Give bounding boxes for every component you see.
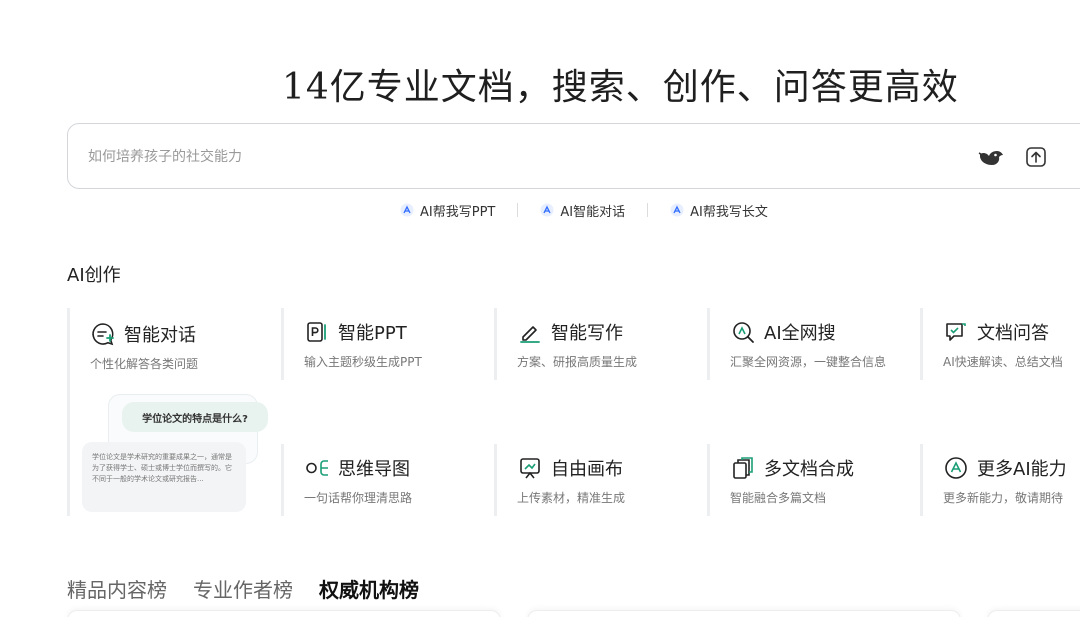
card-desc: 智能融合多篇文档 bbox=[730, 491, 827, 505]
quick-link-ai-chat[interactable]: AI智能对话 bbox=[540, 201, 625, 220]
tab-quality-content[interactable]: 精品内容榜 bbox=[67, 574, 167, 603]
ai-badge-icon bbox=[540, 203, 554, 217]
multi-doc-icon bbox=[733, 457, 753, 479]
card-desc: AI快速解读、总结文档 bbox=[943, 355, 1063, 369]
page: 14亿专业文档，搜索、创作、问答更高效 AI帮我写PPT AI智能 bbox=[0, 0, 1080, 617]
card-multi-doc[interactable]: 多文档合成 智能融合多篇文档 bbox=[707, 444, 919, 516]
quick-link-label: AI帮我写长文 bbox=[690, 204, 768, 220]
more-ai-icon bbox=[945, 457, 967, 479]
ranking-list-card[interactable] bbox=[67, 610, 501, 617]
card-desc: 更多新能力，敬请期待 bbox=[943, 491, 1064, 505]
card-title: 智能对话 bbox=[124, 325, 196, 346]
illustration-answer: 学位论文是学术研究的重要成果之一，通常是为了获得学士、硕士或博士学位而撰写的。它… bbox=[82, 442, 246, 512]
ranking-list-card[interactable] bbox=[987, 610, 1080, 617]
card-smart-ppt[interactable]: 智能PPT 输入主题秒级生成PPT bbox=[281, 308, 493, 380]
card-title: 多文档合成 bbox=[764, 459, 854, 480]
card-title: AI全网搜 bbox=[764, 323, 836, 344]
card-title: 更多AI能力 bbox=[977, 459, 1067, 480]
ai-creation-title: AI创作 bbox=[67, 265, 121, 286]
card-ai-web-search[interactable]: AI全网搜 汇聚全网资源，一键整合信息 bbox=[707, 308, 919, 380]
ppt-icon bbox=[307, 322, 326, 342]
search-box[interactable] bbox=[67, 123, 1080, 189]
pen-icon bbox=[520, 326, 540, 343]
tab-authority-orgs[interactable]: 权威机构榜 bbox=[319, 574, 419, 603]
chat-plus-icon bbox=[92, 323, 114, 346]
deep-think-whale-icon[interactable] bbox=[977, 145, 1005, 169]
card-desc: 个性化解答各类问题 bbox=[90, 357, 199, 371]
card-desc: 方案、研报高质量生成 bbox=[517, 355, 638, 369]
ai-badge-icon bbox=[670, 203, 684, 217]
quick-link-ai-ppt[interactable]: AI帮我写PPT bbox=[400, 201, 495, 220]
ai-badge-icon bbox=[400, 203, 414, 217]
chat-illustration: 学位论文的特点是什么? 学位论文是学术研究的重要成果之一，通常是为了获得学士、硕… bbox=[82, 394, 282, 514]
ai-feature-cards: 智能对话 个性化解答各类问题 学位论文的特点是什么? 学位论文是学术研究的重要成… bbox=[67, 308, 1080, 516]
card-title: 文档问答 bbox=[977, 323, 1049, 344]
doc-qa-icon bbox=[946, 323, 966, 341]
ranking-tabs: 精品内容榜 专业作者榜 权威机构榜 bbox=[67, 574, 445, 603]
card-more-ai[interactable]: 更多AI能力 更多新能力，敬请期待 bbox=[920, 444, 1080, 516]
card-desc: 上传素材，精准生成 bbox=[517, 491, 626, 505]
page-headline: 14亿专业文档，搜索、创作、问答更高效 bbox=[282, 67, 959, 108]
card-doc-qa[interactable]: 文档问答 AI快速解读、总结文档 bbox=[920, 308, 1080, 380]
divider bbox=[647, 203, 649, 217]
card-title: 智能写作 bbox=[551, 323, 623, 344]
card-desc: 输入主题秒级生成PPT bbox=[304, 355, 422, 369]
card-title: 思维导图 bbox=[338, 459, 410, 480]
search-ai-icon bbox=[733, 322, 754, 343]
quick-link-ai-longtext[interactable]: AI帮我写长文 bbox=[670, 201, 768, 220]
card-smart-chat[interactable]: 智能对话 个性化解答各类问题 学位论文的特点是什么? 学位论文是学术研究的重要成… bbox=[67, 308, 281, 516]
card-title: 智能PPT bbox=[338, 323, 407, 344]
card-mind-map[interactable]: 思维导图 一句话帮你理清思路 bbox=[281, 444, 493, 516]
ranking-list-card[interactable] bbox=[527, 610, 961, 617]
quick-links: AI帮我写PPT AI智能对话 AI帮我写长文 bbox=[400, 201, 768, 220]
illustration-question: 学位论文的特点是什么? bbox=[122, 402, 268, 432]
mindmap-icon bbox=[306, 460, 328, 476]
tab-pro-authors[interactable]: 专业作者榜 bbox=[193, 574, 293, 603]
search-input[interactable] bbox=[88, 142, 948, 172]
card-desc: 一句话帮你理清思路 bbox=[304, 491, 413, 505]
upload-icon[interactable] bbox=[1025, 146, 1047, 168]
quick-link-label: AI智能对话 bbox=[560, 204, 626, 220]
card-title: 自由画布 bbox=[551, 459, 623, 480]
divider bbox=[517, 203, 519, 217]
card-free-canvas[interactable]: 自由画布 上传素材，精准生成 bbox=[494, 444, 706, 516]
quick-link-label: AI帮我写PPT bbox=[420, 204, 496, 220]
card-smart-writing[interactable]: 智能写作 方案、研报高质量生成 bbox=[494, 308, 706, 380]
card-desc: 汇聚全网资源，一键整合信息 bbox=[730, 355, 887, 369]
canvas-icon bbox=[520, 458, 540, 479]
